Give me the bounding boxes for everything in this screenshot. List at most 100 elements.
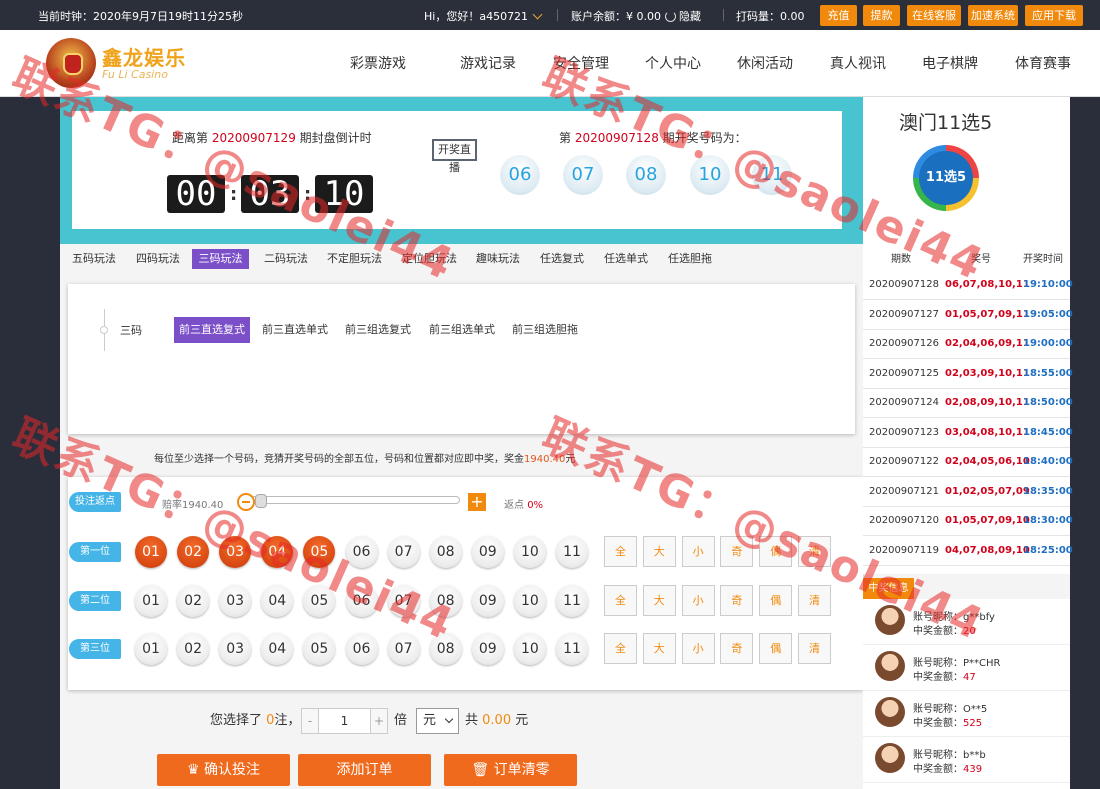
tab-play-4[interactable]: 不定胆玩法 [324,249,385,269]
sub-play-1[interactable]: 前三直选单式 [257,317,333,343]
deposit-button[interactable]: 充值 [820,5,857,26]
result-row: 20200907127 01,05,07,09,11 19:05:00 [863,301,1073,330]
quick-select-button[interactable]: 偶 [759,585,793,616]
number-ball[interactable]: 01 [135,633,167,665]
number-ball[interactable]: 03 [219,585,252,617]
number-ball[interactable]: 01 [135,536,167,568]
number-ball[interactable]: 07 [387,633,420,665]
number-ball[interactable]: 02 [177,585,210,617]
number-ball[interactable]: 06 [345,585,378,617]
quick-select-button[interactable]: 奇 [720,633,754,664]
sub-play-4[interactable]: 前三组选胆拖 [507,317,583,343]
quick-select-button[interactable]: 清 [798,585,831,616]
number-ball[interactable]: 02 [177,633,210,665]
number-ball[interactable]: 09 [471,536,504,568]
number-ball[interactable]: 02 [177,536,210,568]
result-issue: 20200907122 [869,456,939,467]
number-ball[interactable]: 09 [471,585,504,617]
quick-select-button[interactable]: 偶 [759,633,793,664]
tab-play-2[interactable]: 三码玩法 [192,249,249,269]
tab-play-3[interactable]: 二码玩法 [261,249,311,269]
number-ball[interactable]: 09 [471,633,504,665]
number-ball[interactable]: 03 [219,633,252,665]
number-ball[interactable]: 08 [429,585,462,617]
number-ball[interactable]: 11 [556,536,588,568]
quick-select-button[interactable]: 奇 [720,585,754,616]
col-issue: 期数 [891,254,911,265]
number-ball[interactable]: 07 [387,585,420,617]
quick-select-button[interactable]: 全 [604,536,637,567]
sub-play-0[interactable]: 前三直选复式 [174,317,250,343]
quick-select-button[interactable]: 大 [642,536,676,567]
confirm-bet-button[interactable]: ♛ 确认投注 [157,754,290,786]
hide-balance-link[interactable]: 隐藏 [679,8,701,24]
number-ball[interactable]: 06 [345,536,378,568]
quick-select-button[interactable]: 偶 [759,536,793,567]
number-ball[interactable]: 10 [513,536,546,568]
draw-ball: 07 [563,155,603,195]
tab-play-8[interactable]: 任选单式 [601,249,651,269]
plus-icon[interactable]: + [468,493,486,511]
quick-select-button[interactable]: 大 [642,633,676,664]
quick-select-button[interactable]: 奇 [720,536,754,567]
quick-select-button[interactable]: 全 [604,585,637,616]
number-ball[interactable]: 06 [345,633,378,665]
nav-lottery[interactable]: 彩票游戏 [350,53,406,73]
number-ball[interactable]: 03 [219,536,252,568]
tab-play-1[interactable]: 四码玩法 [133,249,183,269]
increase-button[interactable]: + [370,709,387,733]
quick-select-button[interactable]: 大 [642,585,676,616]
nav-sports[interactable]: 体育赛事 [1015,53,1071,73]
number-ball[interactable]: 10 [513,585,546,617]
multiple-stepper[interactable]: - 1 + [301,708,388,734]
accelerate-button[interactable]: 加速系统 [968,5,1018,26]
nav-board-games[interactable]: 电子棋牌 [922,53,978,73]
nav-profile[interactable]: 个人中心 [645,53,701,73]
number-ball[interactable]: 08 [429,536,462,568]
support-button[interactable]: 在线客服 [907,5,961,26]
tab-play-5[interactable]: 定位胆玩法 [399,249,460,269]
clear-orders-button[interactable]: 🗑 订单清零 [444,754,577,786]
withdraw-button[interactable]: 提款 [863,5,900,26]
winner-item: 账号昵称：O**5 中奖金额：525 [863,691,1070,737]
balance: 账户余额： ¥ 0.00 隐藏 [571,8,701,24]
tab-play-7[interactable]: 任选复式 [537,249,587,269]
tab-play-6[interactable]: 趣味玩法 [473,249,523,269]
minus-icon[interactable] [237,493,255,511]
add-order-button[interactable]: 添加订单 [298,754,431,786]
unit-select[interactable]: 元 [416,708,459,734]
tab-play-0[interactable]: 五码玩法 [69,249,119,269]
quick-select-button[interactable]: 小 [681,585,715,616]
sub-play-2[interactable]: 前三组选复式 [340,317,416,343]
chevron-down-icon [532,9,543,19]
quick-select-button[interactable]: 小 [681,536,715,567]
sub-play-3[interactable]: 前三组选单式 [424,317,500,343]
slider-handle[interactable] [255,494,267,508]
number-ball[interactable]: 08 [429,633,462,665]
multiple-value[interactable]: 1 [319,709,370,733]
nav-live-casino[interactable]: 真人视讯 [830,53,886,73]
app-download-button[interactable]: 应用下载 [1025,5,1083,26]
quick-select-button[interactable]: 小 [681,633,715,664]
nav-activities[interactable]: 休闲活动 [737,53,793,73]
nav-records[interactable]: 游戏记录 [460,53,516,73]
decrease-button[interactable]: - [302,709,319,733]
number-ball[interactable]: 11 [556,585,588,617]
countdown-colon: : [304,184,312,205]
quick-select-button[interactable]: 全 [604,633,637,664]
rebate-slider[interactable] [240,496,460,504]
odds-label: 赔率1940.40 [162,500,224,511]
quick-select-button[interactable]: 清 [798,536,831,567]
number-ball[interactable]: 10 [513,633,546,665]
quick-select-button[interactable]: 清 [798,633,831,664]
refresh-icon[interactable] [665,10,676,22]
number-ball[interactable]: 11 [556,633,588,665]
nav-security[interactable]: 安全管理 [553,53,609,73]
brand-logo-icon[interactable] [46,38,96,88]
number-ball[interactable]: 07 [387,536,420,568]
number-ball[interactable]: 01 [135,585,167,617]
tab-play-9[interactable]: 任选胆拖 [665,249,715,269]
countdown-minutes: 03 [241,175,299,213]
live-stream-button[interactable]: 开奖直播 [432,139,477,174]
user-menu[interactable]: Hi，您好！a450721 [424,8,543,24]
